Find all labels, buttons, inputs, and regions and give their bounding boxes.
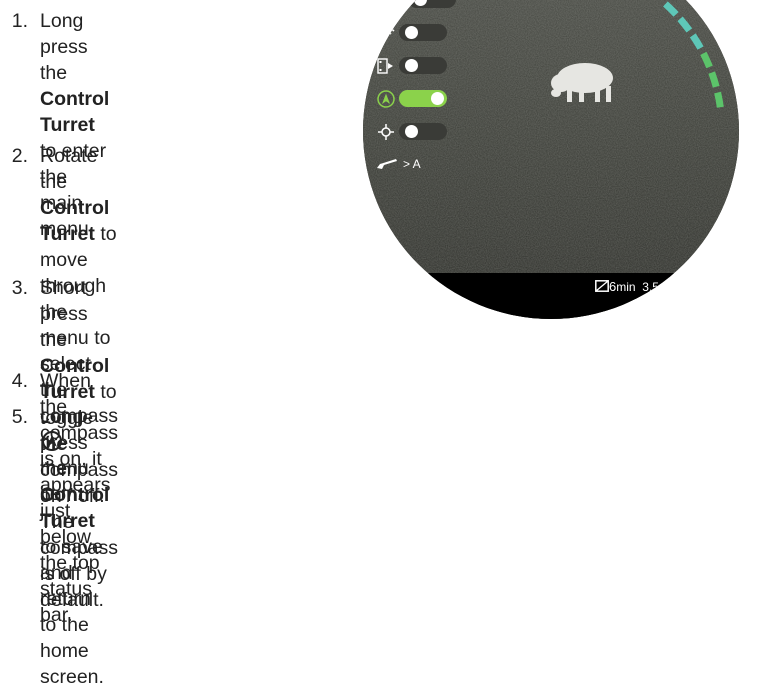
step-number: 4. [11, 370, 28, 392]
heading-arc [663, 1, 724, 108]
battery-icon [595, 280, 609, 292]
status-readout: 6min 3.5× [595, 279, 666, 294]
step-line: Long press the Control [40, 8, 109, 112]
step-line: Rotate the Control [40, 143, 118, 221]
heading-arc-segment [700, 51, 713, 69]
heading-arc-segment [714, 91, 724, 108]
step-line: Long press the Control Turret to save an… [40, 404, 109, 664]
status-bar [363, 273, 739, 319]
step-text: Long press the Control Turret to save an… [40, 404, 109, 690]
text-segment: Long press the [40, 406, 88, 480]
step-number: 5. [11, 406, 28, 428]
heading-arc-segment [689, 33, 704, 50]
heading-arc-segment [708, 71, 720, 88]
zoom-value: 3.5× [642, 280, 666, 294]
text-segment: Rotate the [40, 145, 98, 193]
bold-term: Turret [40, 223, 95, 245]
text-segment: Long press the [40, 10, 88, 84]
step-line: screen. [40, 664, 109, 690]
bold-term: Control [40, 197, 110, 219]
heading-arc-segment [663, 1, 679, 17]
step-line: Short press the Control [40, 275, 118, 379]
text-segment: screen. [40, 666, 104, 688]
text-segment: to save and return to the home [40, 536, 103, 662]
text-segment: Short press the [40, 277, 88, 351]
bold-term: Control [40, 88, 110, 110]
bold-term: Control Turret [40, 484, 110, 532]
time-unit: min [616, 280, 636, 294]
step-number: 2. [11, 145, 28, 167]
scope-view: > A 6min 3.5× [363, 0, 739, 319]
bold-term: Turret [40, 114, 95, 136]
step-number: 1. [11, 10, 28, 32]
step-number: 3. [11, 277, 28, 299]
heading-arc-segment [677, 16, 693, 33]
